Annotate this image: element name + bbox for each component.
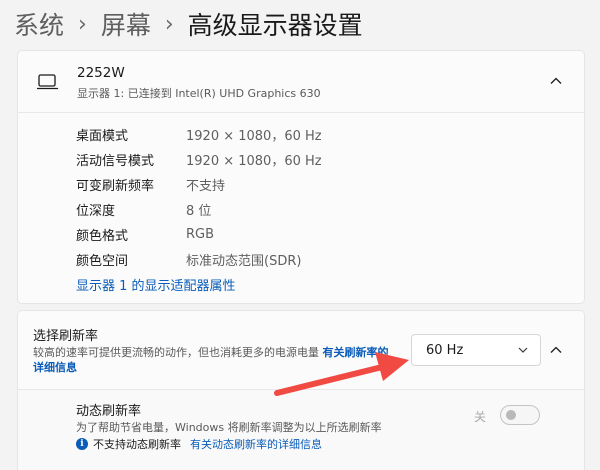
display-info-card: 2252W 显示器 1: 已连接到 Intel(R) UHD Graphics …	[17, 50, 585, 304]
page-title: 高级显示器设置	[187, 11, 363, 40]
adapter-properties-link[interactable]: 显示器 1 的显示适配器属性	[76, 275, 236, 294]
info-value: 标准动态范围(SDR)	[186, 253, 302, 269]
info-icon: i	[76, 438, 88, 450]
chevron-up-icon	[550, 77, 562, 84]
display-subtitle: 显示器 1: 已连接到 Intel(R) UHD Graphics 630	[77, 87, 321, 100]
info-row-variable-refresh: 可变刷新频率 不支持	[76, 173, 225, 195]
refresh-rate-title: 选择刷新率	[33, 329, 99, 344]
info-value: 1920 × 1080，60 Hz	[186, 153, 322, 169]
refresh-rate-selected: 60 Hz	[426, 342, 464, 358]
chevron-right-icon: ›	[78, 11, 87, 37]
collapse-refresh-button[interactable]	[544, 338, 568, 362]
chevron-right-icon: ›	[164, 11, 174, 37]
dynamic-refresh-section: 动态刷新率 为了帮助节省电量，Windows 将刷新率调整为以上所选刷新率 i …	[18, 389, 584, 470]
info-row-desktop-mode: 桌面模式 1920 × 1080，60 Hz	[76, 123, 322, 145]
refresh-rate-dropdown[interactable]: 60 Hz	[411, 334, 541, 366]
refresh-desc-text: 较高的速率可提供更流畅的动作，但也消耗更多的电源电量	[33, 346, 319, 359]
chevron-up-icon	[550, 346, 562, 353]
info-label: 位深度	[76, 203, 116, 219]
info-label: 可变刷新频率	[76, 178, 155, 194]
dynamic-refresh-note-text: 不支持动态刷新率	[93, 438, 181, 451]
info-value: 不支持	[186, 178, 226, 194]
info-label: 颜色格式	[76, 228, 129, 244]
dynamic-refresh-note: i 不支持动态刷新率 有关动态刷新率的详细信息	[76, 436, 322, 452]
dynamic-refresh-toggle[interactable]	[500, 405, 540, 425]
refresh-rate-card: 选择刷新率 较高的速率可提供更流畅的动作，但也消耗更多的电源电量 有关刷新率的详…	[17, 310, 585, 470]
display-header[interactable]: 2252W 显示器 1: 已连接到 Intel(R) UHD Graphics …	[18, 51, 584, 113]
info-row-color-format: 颜色格式 RGB	[76, 223, 214, 245]
breadcrumb: 系统 › 屏幕 › 高级显示器设置	[14, 4, 363, 44]
dynamic-refresh-description: 为了帮助节省电量，Windows 将刷新率调整为以上所选刷新率	[76, 421, 382, 434]
info-value: 1920 × 1080，60 Hz	[186, 128, 322, 144]
info-label: 颜色空间	[76, 253, 129, 269]
refresh-rate-description: 较高的速率可提供更流畅的动作，但也消耗更多的电源电量 有关刷新率的详细信息	[33, 345, 398, 375]
monitor-icon	[37, 74, 59, 90]
chevron-down-icon	[518, 347, 528, 353]
info-value: RGB	[186, 226, 215, 242]
toggle-knob	[506, 410, 516, 420]
info-row-bit-depth: 位深度 8 位	[76, 198, 211, 220]
info-row-color-space: 颜色空间 标准动态范围(SDR)	[76, 248, 301, 270]
breadcrumb-system[interactable]: 系统	[14, 6, 64, 42]
info-row-active-signal: 活动信号模式 1920 × 1080，60 Hz	[76, 148, 322, 170]
breadcrumb-display[interactable]: 屏幕	[101, 6, 151, 42]
collapse-display-button[interactable]	[544, 69, 568, 93]
info-label: 桌面模式	[76, 128, 129, 144]
dynamic-refresh-title: 动态刷新率	[76, 404, 142, 419]
info-value: 8 位	[186, 203, 212, 219]
display-name: 2252W	[77, 65, 125, 81]
toggle-state-label: 关	[474, 410, 487, 424]
dynamic-refresh-info-link[interactable]: 有关动态刷新率的详细信息	[190, 436, 322, 452]
info-label: 活动信号模式	[76, 153, 155, 169]
